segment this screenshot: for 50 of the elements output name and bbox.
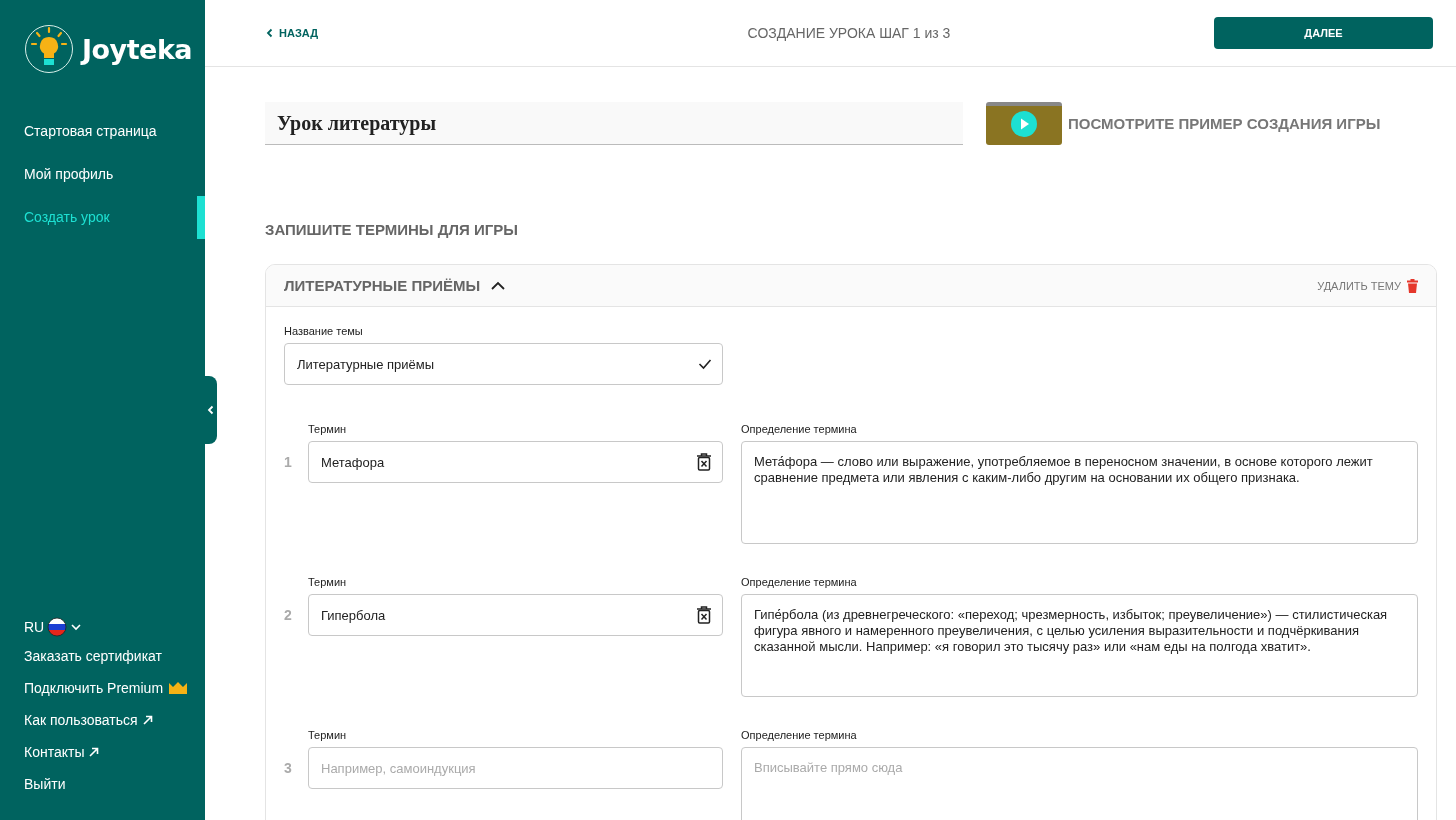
sidebar-link[interactable]: Как пользоваться bbox=[24, 704, 205, 736]
next-button[interactable]: ДАЛЕЕ bbox=[1214, 17, 1433, 49]
sidebar-item[interactable]: Стартовая страница bbox=[0, 110, 205, 153]
lightbulb-logo-icon bbox=[24, 24, 74, 74]
sidebar-item[interactable]: Создать урок bbox=[0, 196, 205, 239]
topic-title: ЛИТЕРАТУРНЫЕ ПРИЁМЫ bbox=[284, 277, 481, 294]
chevron-left-icon bbox=[206, 405, 216, 415]
field-label: Термин bbox=[308, 729, 348, 741]
chevron-left-icon bbox=[265, 28, 275, 38]
field-label: Термин bbox=[308, 423, 348, 435]
external-link-icon bbox=[89, 747, 100, 757]
term-number: 2 bbox=[284, 606, 293, 625]
play-icon bbox=[1011, 110, 1037, 137]
video-example-link[interactable]: ПОСМОТРИТЕ ПРИМЕР СОЗДАНИЯ ИГРЫ bbox=[1068, 115, 1381, 132]
term-number: 3 bbox=[284, 759, 293, 778]
definition-field[interactable]: Гипе́рбола (из древнегреческого: «переход; чрезмерность, избыток; преувеличение») — стилистическая фигура явного и намеренного преувеличения, с целью усиления выразительности и подчёркивания сказанной мысли. Например: «я говорил это тысячу раз» или «нам еды на полгода хватит». bbox=[741, 594, 1418, 697]
sidebar-link[interactable]: Контакты bbox=[24, 736, 205, 768]
field-label: Определение термина bbox=[741, 729, 858, 741]
section-heading: ЗАПИШИТЕ ТЕРМИНЫ ДЛЯ ИГРЫ bbox=[265, 221, 519, 238]
term-field[interactable]: Гипербола bbox=[308, 594, 723, 636]
sidebar-item[interactable]: Мой профиль bbox=[0, 153, 205, 196]
field-label: Определение термина bbox=[741, 423, 858, 435]
delete-topic-link[interactable]: УДАЛИТЬ ТЕМУ bbox=[1317, 278, 1418, 293]
crown-icon bbox=[168, 681, 189, 695]
term-field[interactable]: Например, самоиндукция bbox=[308, 747, 723, 789]
field-label: Термин bbox=[308, 576, 348, 588]
sidebar-link[interactable]: Подключить Premium bbox=[24, 672, 205, 704]
definition-field[interactable]: Вписывайте прямо сюда bbox=[741, 747, 1418, 820]
chevron-down-icon bbox=[70, 621, 83, 633]
term-number: 1 bbox=[284, 453, 293, 472]
definition-field[interactable]: Мета́фора — слово или выражение, употребляемое в переносном значении, в основе которого лежит сравнение предмета или явления с каким-либо другим на основании их общего признака. bbox=[741, 441, 1418, 544]
external-link-icon bbox=[142, 715, 153, 725]
checkmark-icon bbox=[698, 358, 712, 370]
delete-icon[interactable] bbox=[696, 606, 712, 624]
language-selector[interactable]: RU bbox=[24, 614, 205, 640]
page-title: СОЗДАНИЕ УРОКА ШАГ 1 из 3 bbox=[747, 25, 951, 41]
russian-flag-icon bbox=[47, 617, 68, 637]
sidebar-link[interactable]: Заказать сертификат bbox=[24, 640, 205, 672]
term-field[interactable]: Метафора bbox=[308, 441, 723, 483]
field-label: Определение термина bbox=[741, 576, 858, 588]
field-label: Название темы bbox=[284, 325, 364, 337]
lesson-title-field[interactable]: Урок литературы bbox=[265, 102, 963, 145]
topic-name-field[interactable]: Литературные приёмы bbox=[284, 343, 723, 385]
sidebar-link[interactable]: Выйти bbox=[24, 768, 205, 800]
logo-text: Joyteka bbox=[82, 33, 193, 65]
video-thumbnail[interactable] bbox=[986, 102, 1062, 145]
delete-icon[interactable] bbox=[696, 453, 712, 471]
back-link[interactable]: НАЗАД bbox=[265, 27, 318, 39]
collapse-sidebar-button[interactable] bbox=[205, 376, 217, 444]
trash-icon bbox=[1407, 278, 1418, 293]
